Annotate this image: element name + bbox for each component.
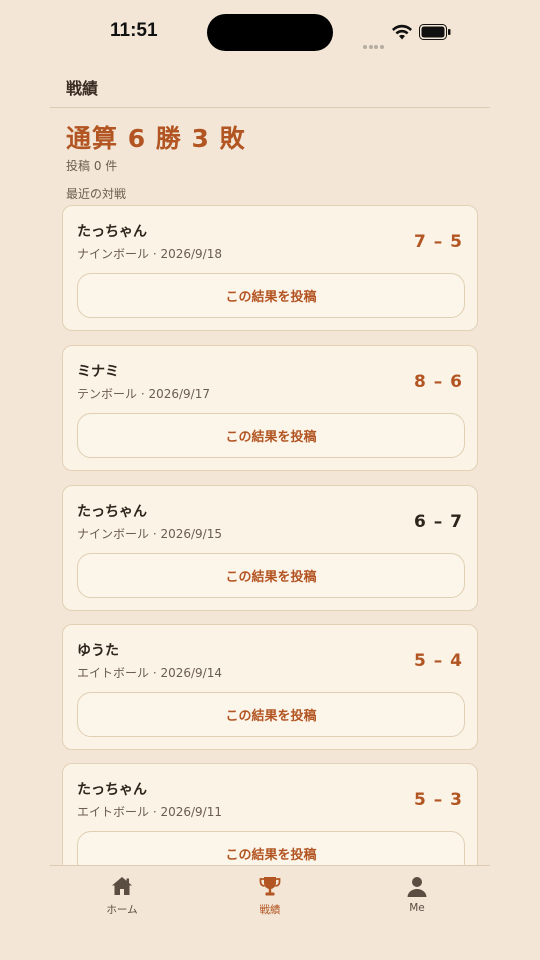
wifi-icon <box>392 24 412 40</box>
record-summary: 通算 6 勝 3 敗 <box>66 124 246 153</box>
match-card: たっちゃん ナインボール · 2026/9/15 6 – 7 この結果を投稿 <box>62 485 478 611</box>
match-card: ゆうた エイトボール · 2026/9/14 5 – 4 この結果を投稿 <box>62 624 478 750</box>
house-icon <box>112 877 132 895</box>
tab-record[interactable]: 戦績 <box>225 874 315 924</box>
opponent-name: たっちゃん <box>77 782 147 798</box>
battery-icon <box>419 24 451 40</box>
match-card: たっちゃん エイトボール · 2026/9/11 5 – 3 この結果を投稿 <box>62 763 478 865</box>
post-count: 投稿 0 件 <box>66 159 118 173</box>
opponent-name: ミナミ <box>77 364 119 380</box>
tab-bar: ホーム 戦績 Me <box>50 865 490 960</box>
recent-matches-label: 最近の対戦 <box>66 187 127 201</box>
match-score: 5 – 3 <box>414 790 463 810</box>
match-meta: エイトボール · 2026/9/11 <box>77 805 222 819</box>
match-meta: ナインボール · 2026/9/18 <box>77 247 222 261</box>
tab-me[interactable]: Me <box>372 874 462 924</box>
match-score: 8 – 6 <box>414 372 463 392</box>
tab-home[interactable]: ホーム <box>77 874 167 924</box>
person-icon <box>407 877 427 897</box>
match-score: 5 – 4 <box>414 651 463 671</box>
match-score: 7 – 5 <box>414 232 463 252</box>
screen: 11:51 戦績 通算 6 勝 3 敗 投稿 0 件 最近の対戦 たっちゃん ナ… <box>0 0 540 960</box>
dynamic-island <box>207 14 333 51</box>
opponent-name: たっちゃん <box>77 224 147 240</box>
nav-header: 戦績 <box>50 66 490 108</box>
trophy-icon <box>259 877 281 896</box>
opponent-name: ゆうた <box>77 643 119 659</box>
match-meta: ナインボール · 2026/9/15 <box>77 527 222 541</box>
opponent-name: たっちゃん <box>77 504 147 520</box>
match-card: たっちゃん ナインボール · 2026/9/18 7 – 5 この結果を投稿 <box>62 205 478 331</box>
tab-label: 戦績 <box>259 904 281 916</box>
post-result-button[interactable]: この結果を投稿 <box>77 553 465 598</box>
post-result-button[interactable]: この結果を投稿 <box>77 413 465 458</box>
match-meta: エイトボール · 2026/9/14 <box>77 666 222 680</box>
match-score: 6 – 7 <box>414 512 463 532</box>
page-title: 戦績 <box>66 79 99 98</box>
match-card: ミナミ テンボール · 2026/9/17 8 – 6 この結果を投稿 <box>62 345 478 471</box>
status-bar: 11:51 <box>0 0 540 66</box>
post-result-button[interactable]: この結果を投稿 <box>77 692 465 737</box>
cellular-signal-icon <box>363 34 385 49</box>
status-time: 11:51 <box>110 20 158 41</box>
match-list[interactable]: たっちゃん ナインボール · 2026/9/18 7 – 5 この結果を投稿 ミ… <box>50 205 490 865</box>
match-meta: テンボール · 2026/9/17 <box>77 387 210 401</box>
post-result-button[interactable]: この結果を投稿 <box>77 273 465 318</box>
tab-label: Me <box>409 902 425 914</box>
post-result-button[interactable]: この結果を投稿 <box>77 831 465 865</box>
tab-label: ホーム <box>106 904 138 916</box>
